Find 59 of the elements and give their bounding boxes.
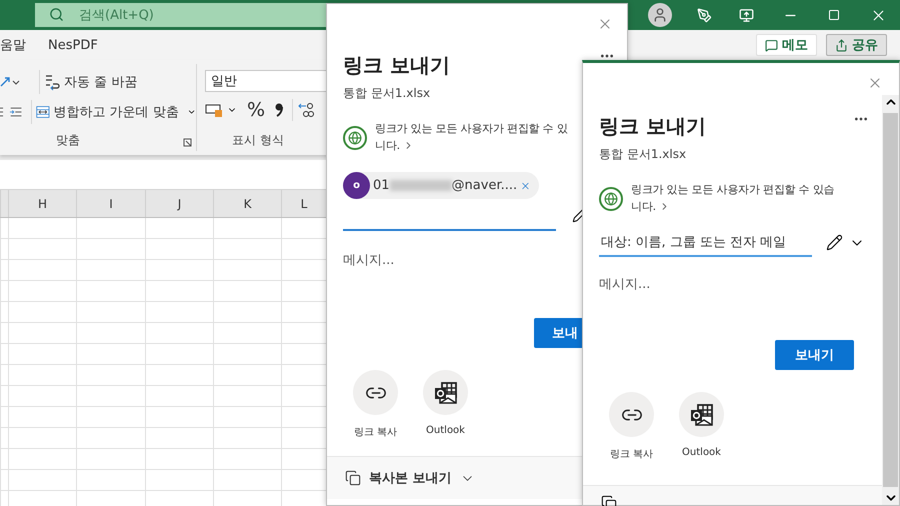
merge-icon[interactable] — [36, 104, 50, 120]
share-button[interactable]: 공유 — [826, 34, 887, 56]
copy-icon — [601, 494, 617, 506]
recipient-field[interactable]: 대상: 이름, 그룹 또는 전자 메일 — [599, 229, 812, 257]
column-header[interactable]: H — [8, 190, 76, 217]
accounting-icon[interactable] — [205, 102, 223, 118]
globe-icon — [599, 187, 623, 211]
mail-grid-icon — [434, 382, 458, 404]
recipient-chip[interactable]: o 01 @naver.... — [343, 172, 539, 199]
share-option-button[interactable] — [609, 392, 654, 437]
pen-icon[interactable] — [696, 8, 712, 22]
recipient-avatar: o — [343, 172, 370, 199]
comment-icon — [765, 38, 778, 52]
dialog-title: 링크 보내기 — [599, 113, 706, 140]
merge-center-button[interactable]: 병합하고 가운데 맞춤 — [54, 103, 179, 121]
file-name: 통합 문서1.xlsx — [343, 85, 430, 102]
dialog-title: 링크 보내기 — [343, 52, 450, 79]
present-icon[interactable] — [738, 8, 754, 22]
text-direction-icon[interactable] — [0, 76, 22, 88]
link-permission-text[interactable]: 링크가 있는 모든 사용자가 편집할 수 있습 — [631, 181, 834, 198]
share-option-label: Outlook — [426, 425, 465, 436]
search-field[interactable]: 검색(Alt+Q) — [79, 5, 319, 25]
link-permission-text[interactable]: 링크가 있는 모든 사용자가 편집할 수 있 — [375, 120, 568, 137]
wrap-text-button[interactable]: 자동 줄 바꿈 — [64, 73, 138, 91]
scrollbar[interactable] — [882, 95, 899, 505]
wrap-icon[interactable] — [44, 73, 60, 91]
search-icon — [49, 7, 64, 22]
column-header[interactable]: K — [213, 190, 281, 217]
share-option-button[interactable] — [353, 370, 398, 415]
share-option-label: Outlook — [682, 447, 721, 458]
percent-button[interactable]: % — [247, 99, 266, 121]
ribbon-tab[interactable]: 움말 — [0, 36, 26, 54]
column-header[interactable]: I — [76, 190, 145, 217]
send-copy-button[interactable]: 복사본 보내기 — [345, 469, 475, 487]
group-label: 표시 형식 — [232, 132, 284, 148]
share-option-button[interactable] — [679, 392, 724, 437]
recipient-email: 01 @naver.... — [373, 178, 518, 193]
link-permission-text[interactable]: 니다. — [375, 137, 400, 154]
share-icon — [835, 38, 848, 52]
maximize-icon[interactable] — [828, 9, 840, 21]
ribbon-tab[interactable]: NesPDF — [48, 38, 98, 52]
share-option-button[interactable] — [423, 370, 468, 415]
send-button[interactable]: 보내기 — [775, 340, 854, 370]
indent-icon[interactable] — [0, 105, 23, 119]
account-avatar[interactable] — [648, 3, 672, 27]
pencil-icon[interactable] — [826, 234, 843, 251]
copy-icon — [345, 470, 361, 486]
comment-button[interactable]: 메모 — [756, 34, 817, 56]
group-label: 맞춤 — [56, 132, 80, 148]
file-name: 통합 문서1.xlsx — [599, 146, 686, 163]
share-option-label: 링크 복사 — [610, 448, 654, 461]
globe-icon — [343, 126, 367, 150]
share-option-label: 링크 복사 — [354, 426, 398, 439]
decimal-icon[interactable] — [297, 102, 316, 118]
launcher-icon[interactable] — [183, 138, 192, 147]
column-header[interactable]: J — [145, 190, 213, 217]
link-permission-text[interactable]: 니다. — [631, 198, 656, 215]
mail-grid-icon — [690, 404, 714, 426]
comma-style-icon[interactable] — [275, 103, 284, 117]
